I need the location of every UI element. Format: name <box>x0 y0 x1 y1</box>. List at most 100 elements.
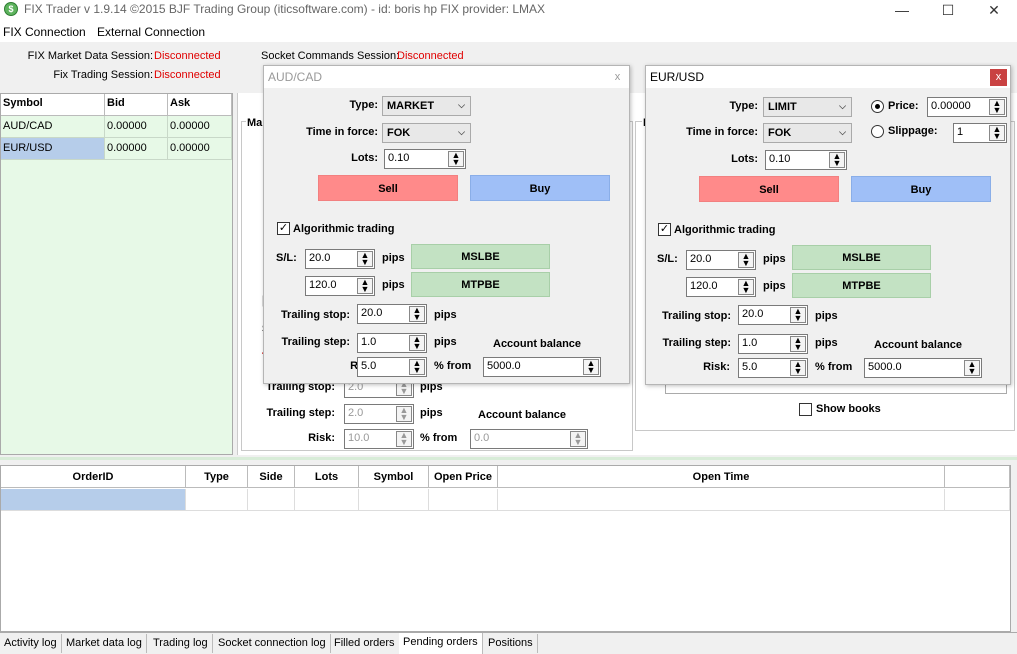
tab-positions[interactable]: Positions <box>484 634 538 653</box>
spin-arrows-icon[interactable]: ▲ ▼ <box>409 359 425 375</box>
menu-external-connection[interactable]: External Connection <box>97 25 205 39</box>
lots-input[interactable]: 0.10 ▲ ▼ <box>384 149 466 169</box>
trailing-step-input[interactable]: 1.0 ▲ ▼ <box>357 333 427 353</box>
tab-filled-orders[interactable]: Filled orders <box>330 634 400 653</box>
tab-socket-connection-log[interactable]: Socket connection log <box>214 634 331 653</box>
orders-table: OrderID Type Side Lots Symbol Open Price… <box>0 465 1011 632</box>
spin-arrows-icon[interactable]: ▲ ▼ <box>357 251 373 267</box>
spin-arrows-icon[interactable]: ▲ ▼ <box>357 278 373 294</box>
trailing-stop-input[interactable]: 20.0 ▲ ▼ <box>738 305 808 325</box>
spin-arrows-icon[interactable]: ▲ ▼ <box>409 306 425 322</box>
risk-input[interactable]: 5.0 ▲ ▼ <box>357 357 427 377</box>
price-radio[interactable] <box>871 100 884 113</box>
risk-label: Risk: <box>308 432 335 444</box>
menu-fix-connection[interactable]: FIX Connection <box>3 25 86 39</box>
column-header-open-time[interactable]: Open Time <box>498 466 945 488</box>
column-header-ask[interactable]: Ask <box>168 94 232 116</box>
price-input[interactable]: 0.00000 ▲ ▼ <box>927 97 1007 117</box>
tab-activity-log[interactable]: Activity log <box>0 634 62 653</box>
ask-cell[interactable]: 0.00000 <box>168 138 232 160</box>
sell-button[interactable]: Sell <box>318 175 458 201</box>
trailing-step-input[interactable]: 2.0 ▲ ▼ <box>344 404 414 424</box>
mslbe-button[interactable]: MSLBE <box>792 245 931 270</box>
spin-arrows-icon[interactable]: ▲ ▼ <box>964 360 980 376</box>
risk-input[interactable]: 5.0 ▲ ▼ <box>738 358 808 378</box>
spin-arrows-icon[interactable]: ▲ ▼ <box>738 252 754 268</box>
buy-button[interactable]: Buy <box>470 175 610 201</box>
dialog-close-button[interactable]: x <box>990 69 1007 86</box>
spin-arrows-icon[interactable]: ▲ ▼ <box>989 125 1005 141</box>
order-type-select[interactable]: LIMIT ⌵ <box>763 97 852 117</box>
risk-input[interactable]: 10.0 ▲ ▼ <box>344 429 414 449</box>
column-header-symbol[interactable]: Symbol <box>1 94 105 116</box>
spin-arrows-icon[interactable]: ▲ ▼ <box>570 431 586 447</box>
chevron-down-icon: ⌵ <box>839 127 846 137</box>
table-row-cell[interactable] <box>186 489 248 511</box>
tab-market-data-log[interactable]: Market data log <box>62 634 147 653</box>
take-profit-input[interactable]: 120.0 ▲ ▼ <box>305 276 375 296</box>
table-row-cell[interactable] <box>429 489 498 511</box>
column-header-symbol[interactable]: Symbol <box>359 466 429 488</box>
spin-arrows-icon[interactable]: ▲ ▼ <box>396 431 412 447</box>
symbol-cell[interactable]: EUR/USD <box>1 138 105 160</box>
spin-arrows-icon[interactable]: ▲ ▼ <box>790 360 806 376</box>
table-row-cell[interactable] <box>295 489 359 511</box>
stop-loss-input[interactable]: 20.0 ▲ ▼ <box>686 250 756 270</box>
stop-loss-input[interactable]: 20.0 ▲ ▼ <box>305 249 375 269</box>
mtpbe-button[interactable]: MTPBE <box>411 272 550 297</box>
mtpbe-button[interactable]: MTPBE <box>792 273 931 298</box>
spin-arrows-icon[interactable]: ▲ ▼ <box>790 336 806 352</box>
bid-cell[interactable]: 0.00000 <box>105 138 168 160</box>
spin-arrows-icon[interactable]: ▲ ▼ <box>409 335 425 351</box>
take-profit-input[interactable]: 120.0 ▲ ▼ <box>686 277 756 297</box>
dialog-close-button[interactable]: x <box>609 69 626 86</box>
table-row-cell[interactable] <box>498 489 945 511</box>
close-window-button[interactable]: ✕ <box>971 0 1017 22</box>
spin-arrows-icon[interactable]: ▲ ▼ <box>829 152 845 168</box>
column-header-extra[interactable] <box>945 466 1010 488</box>
sell-button[interactable]: Sell <box>699 176 839 202</box>
time-in-force-select[interactable]: FOK ⌵ <box>382 123 471 143</box>
splitter[interactable] <box>0 457 1017 460</box>
balance-input[interactable]: 0.0 ▲ ▼ <box>470 429 588 449</box>
algorithmic-trading-checkbox[interactable]: ✓ <box>658 223 671 236</box>
spin-arrows-icon[interactable]: ▲ ▼ <box>396 406 412 422</box>
table-row-cell[interactable] <box>359 489 429 511</box>
trailing-stop-input[interactable]: 20.0 ▲ ▼ <box>357 304 427 324</box>
trailing-step-input[interactable]: 1.0 ▲ ▼ <box>738 334 808 354</box>
bid-cell[interactable]: 0.00000 <box>105 116 168 138</box>
column-header-open-price[interactable]: Open Price <box>429 466 498 488</box>
ask-cell[interactable]: 0.00000 <box>168 116 232 138</box>
column-header-bid[interactable]: Bid <box>105 94 168 116</box>
spin-arrows-icon[interactable]: ▲ ▼ <box>790 307 806 323</box>
table-row-cell[interactable] <box>248 489 295 511</box>
column-header-orderid[interactable]: OrderID <box>1 466 186 488</box>
balance-input[interactable]: 5000.0 ▲ ▼ <box>483 357 601 377</box>
spin-arrows-icon[interactable]: ▲ ▼ <box>989 99 1005 115</box>
spin-arrows-icon[interactable]: ▲ ▼ <box>583 359 599 375</box>
column-header-side[interactable]: Side <box>248 466 295 488</box>
mslbe-button[interactable]: MSLBE <box>411 244 550 269</box>
maximize-button[interactable]: ☐ <box>925 0 971 22</box>
spin-arrows-icon[interactable]: ▲ ▼ <box>738 279 754 295</box>
algorithmic-trading-label: Algorithmic trading <box>674 224 776 236</box>
balance-input[interactable]: 5000.0 ▲ ▼ <box>864 358 982 378</box>
tab-pending-orders[interactable]: Pending orders <box>399 633 483 654</box>
slippage-input[interactable]: 1 ▲ ▼ <box>953 123 1007 143</box>
spin-arrows-icon[interactable]: ▲ ▼ <box>448 151 464 167</box>
order-type-select[interactable]: MARKET ⌵ <box>382 96 471 116</box>
lots-input[interactable]: 0.10 ▲ ▼ <box>765 150 847 170</box>
show-books-checkbox[interactable] <box>799 403 812 416</box>
minimize-button[interactable]: — <box>879 0 925 22</box>
slippage-radio[interactable] <box>871 125 884 138</box>
buy-button[interactable]: Buy <box>851 176 991 202</box>
log-tabs: Activity log Market data log Trading log… <box>0 632 1017 654</box>
algorithmic-trading-checkbox[interactable]: ✓ <box>277 222 290 235</box>
symbol-cell[interactable]: AUD/CAD <box>1 116 105 138</box>
column-header-type[interactable]: Type <box>186 466 248 488</box>
time-in-force-select[interactable]: FOK ⌵ <box>763 123 852 143</box>
table-row-cell[interactable] <box>1 489 186 511</box>
table-row-cell[interactable] <box>945 489 1010 511</box>
column-header-lots[interactable]: Lots <box>295 466 359 488</box>
tab-trading-log[interactable]: Trading log <box>149 634 213 653</box>
